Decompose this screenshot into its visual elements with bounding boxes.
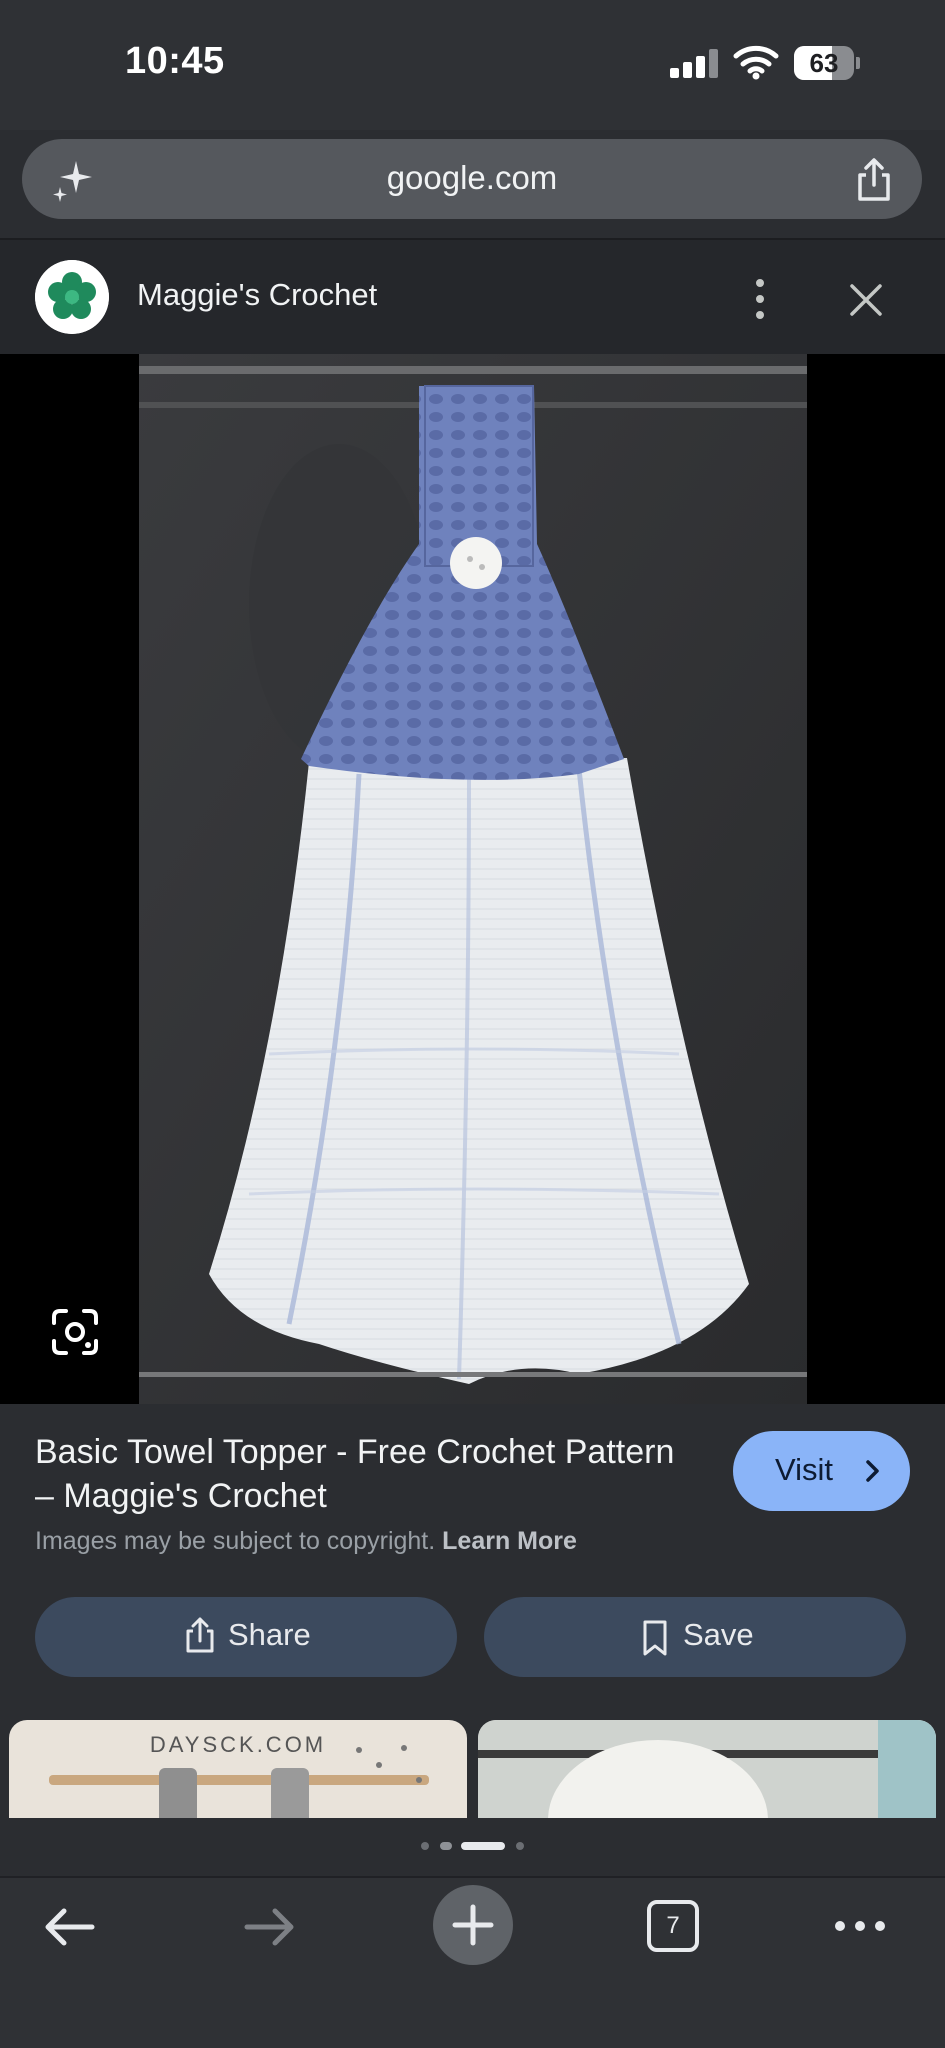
- image-viewer[interactable]: [0, 354, 945, 1404]
- visit-label: Visit: [775, 1452, 834, 1487]
- status-bar: 10:45 63: [0, 0, 945, 130]
- more-menu-icon[interactable]: [832, 1918, 888, 1934]
- towel-topper-photo[interactable]: [139, 354, 807, 1404]
- bookmark-icon: [643, 1620, 667, 1656]
- related-images: DAYSCK.COM: [0, 1720, 945, 1818]
- thumbnail-image: [49, 1745, 429, 1818]
- share-label: Share: [228, 1617, 311, 1652]
- thumbnail-image: [478, 1720, 936, 1818]
- google-lens-icon[interactable]: [50, 1307, 100, 1357]
- source-name[interactable]: Maggie's Crochet: [137, 277, 377, 313]
- related-thumbnail[interactable]: [478, 1720, 936, 1818]
- share-icon: [186, 1617, 214, 1653]
- save-button[interactable]: Save: [484, 1597, 906, 1677]
- pagination-dots: [0, 1836, 945, 1856]
- copyright-notice: Images may be subject to copyright. Lear…: [35, 1527, 577, 1556]
- forward-arrow-icon[interactable]: [243, 1905, 297, 1949]
- back-arrow-icon[interactable]: [42, 1905, 96, 1949]
- chevron-right-icon: [866, 1460, 879, 1482]
- source-header: Maggie's Crochet: [0, 240, 945, 354]
- status-time: 10:45: [125, 40, 225, 82]
- close-icon[interactable]: [846, 280, 886, 320]
- wifi-icon: [733, 45, 779, 80]
- visit-button[interactable]: Visit: [733, 1431, 910, 1511]
- new-tab-button[interactable]: [433, 1885, 513, 1965]
- save-label: Save: [683, 1617, 754, 1652]
- battery-percent: 63: [809, 48, 839, 78]
- learn-more-link[interactable]: Learn More: [442, 1527, 577, 1555]
- source-logo[interactable]: [35, 260, 109, 334]
- related-thumbnail[interactable]: DAYSCK.COM: [9, 1720, 467, 1818]
- url-text[interactable]: google.com: [22, 159, 922, 197]
- copyright-text: Images may be subject to copyright.: [35, 1527, 436, 1555]
- tab-switcher-button[interactable]: 7: [647, 1900, 699, 1952]
- plus-icon: [452, 1904, 494, 1946]
- share-icon[interactable]: [852, 157, 896, 203]
- address-bar[interactable]: google.com: [22, 139, 922, 219]
- bottom-toolbar: 7: [0, 1878, 945, 2048]
- result-title[interactable]: Basic Towel Topper - Free Crochet Patter…: [35, 1430, 695, 1518]
- battery-icon: 63: [794, 46, 860, 80]
- share-button[interactable]: Share: [35, 1597, 457, 1677]
- more-options-icon[interactable]: [745, 277, 775, 321]
- cellular-signal-icon: [670, 48, 720, 78]
